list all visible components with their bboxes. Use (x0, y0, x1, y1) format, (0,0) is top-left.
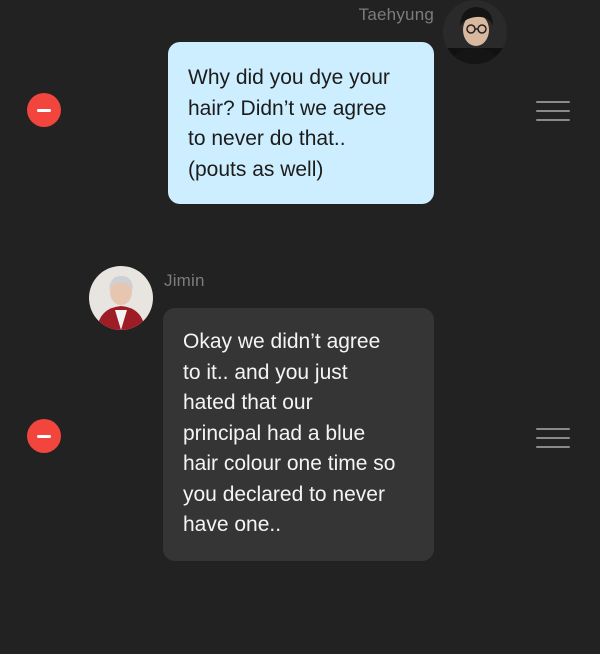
drag-handle-icon (536, 110, 570, 112)
reorder-handle[interactable] (536, 428, 570, 448)
drag-handle-icon (536, 446, 570, 448)
sender-name: Taehyung (358, 5, 434, 24)
drag-handle-icon (536, 428, 570, 430)
jimin-avatar[interactable] (89, 266, 153, 330)
drag-handle-icon (536, 101, 570, 103)
message-bubble: Why did you dye your hair? Didn’t we agr… (168, 42, 434, 204)
taehyung-avatar[interactable] (443, 0, 507, 64)
minus-icon (37, 434, 51, 438)
message-bubble: Okay we didn’t agree to it.. and you jus… (163, 308, 434, 561)
drag-handle-icon (536, 437, 570, 439)
delete-message-button[interactable] (27, 93, 61, 127)
person-avatar-icon (443, 0, 507, 64)
reorder-handle[interactable] (536, 101, 570, 121)
chat-message-row: Taehyung Why did you dye your hair? Didn… (0, 0, 600, 210)
minus-icon (37, 108, 51, 112)
sender-name: Jimin (164, 271, 205, 290)
delete-message-button[interactable] (27, 419, 61, 453)
chat-message-row: Jimin Okay we didn’t agree to it.. and y… (0, 260, 600, 570)
person-avatar-icon (89, 266, 153, 330)
drag-handle-icon (536, 119, 570, 121)
